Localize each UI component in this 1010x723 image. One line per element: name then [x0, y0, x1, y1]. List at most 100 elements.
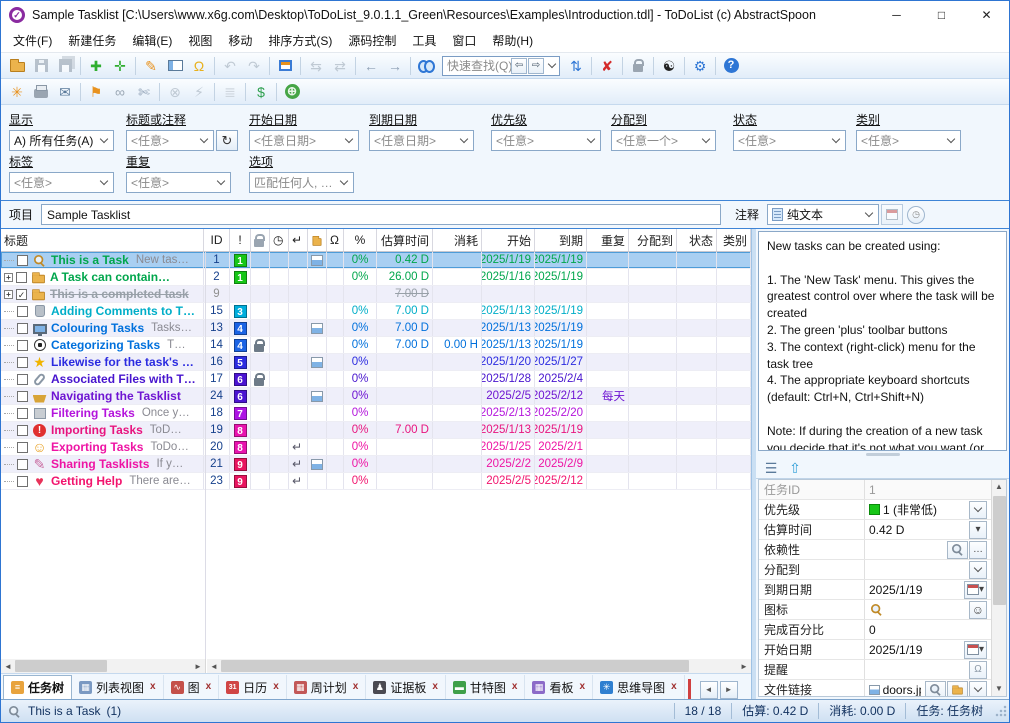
flag-task-button[interactable]: ⚑ — [84, 80, 108, 103]
attribute-start-date-value[interactable]: 2025/1/19▾ — [865, 640, 991, 659]
task-row[interactable]: Adding Comments to T…1530%7.00 D2025/1/1… — [1, 303, 751, 320]
tab-chart-close-icon[interactable]: x — [206, 682, 212, 692]
cancel-button[interactable]: ⊗ — [163, 80, 187, 103]
scroll-thumb[interactable] — [15, 660, 107, 672]
scroll-right-icon[interactable]: ► — [737, 662, 751, 671]
tab-evidence-board[interactable]: ♟证据板x — [366, 675, 446, 699]
attribute-reminder-value[interactable]: Ω — [865, 660, 991, 679]
task-checkbox[interactable] — [16, 272, 27, 283]
attribute-due-date-cal-button[interactable]: ▾ — [964, 581, 987, 599]
task-checkbox[interactable] — [17, 425, 28, 436]
attribute-time-estimate-spin-button[interactable]: ▾ — [969, 521, 987, 539]
tab-evidence-board-close-icon[interactable]: x — [432, 682, 438, 692]
column-header-start[interactable]: 开始 — [482, 229, 535, 251]
new-task-button[interactable]: ✚ — [84, 54, 108, 77]
filter-title-or-comment-refresh-button[interactable]: ↻ — [216, 130, 238, 151]
maximize-view-button[interactable] — [273, 54, 297, 77]
close-button[interactable]: ✕ — [964, 1, 1009, 29]
project-input[interactable] — [41, 204, 721, 225]
help-button[interactable]: ? — [719, 54, 743, 77]
menu-view[interactable]: 视图 — [180, 30, 220, 52]
column-header-pct[interactable]: % — [344, 229, 377, 251]
tab-chart[interactable]: ∿图x — [164, 675, 220, 699]
attribute-dependency-more-button[interactable]: … — [969, 541, 987, 559]
task-checkbox[interactable] — [17, 340, 28, 351]
column-header-clock[interactable]: ◷ — [270, 229, 289, 251]
filter-due-date-select[interactable]: <任意日期> — [369, 130, 474, 151]
save-tasklist-button[interactable] — [29, 54, 53, 77]
task-row[interactable]: +A Task can contain…210%26.00 D2025/1/16… — [1, 269, 751, 286]
minimize-button[interactable]: ─ — [874, 1, 919, 29]
attribute-assigned-to-value[interactable] — [865, 560, 991, 579]
run-tool-button[interactable]: ⚡ — [187, 80, 211, 103]
task-checkbox[interactable] — [17, 408, 28, 419]
column-header-cat[interactable]: 类别 — [717, 229, 751, 251]
attribute-priority-value[interactable]: 1 (非常低) — [865, 500, 991, 519]
partial-tab[interactable] — [688, 679, 695, 699]
tabs-scroll-left-button[interactable]: ◄ — [700, 681, 718, 699]
sort-tasks-button[interactable]: ⇅ — [564, 54, 588, 77]
tab-kanban-close-icon[interactable]: x — [580, 682, 586, 692]
task-row[interactable]: ♥Getting HelpThere are…239↵0%2025/2/5202… — [1, 473, 751, 490]
set-reminder-button[interactable]: Ω — [187, 54, 211, 77]
scroll-left-icon[interactable]: ◄ — [207, 662, 221, 671]
print-button[interactable] — [29, 80, 53, 103]
new-tasklist-button[interactable]: ✳ — [5, 80, 29, 103]
sort-attributes-button[interactable]: ⇧ — [784, 458, 806, 477]
column-header-pri[interactable]: ! — [230, 229, 251, 251]
column-header-due[interactable]: 到期 — [535, 229, 587, 251]
scroll-down-icon[interactable]: ▼ — [992, 682, 1007, 696]
view-log-button[interactable]: ≣ — [218, 80, 242, 103]
task-row[interactable]: Colouring TasksTasks…1340%7.00 D2025/1/1… — [1, 320, 751, 337]
comments-clock-button[interactable]: ◷ — [907, 206, 925, 224]
attribute-file-link-folderbtn-button[interactable] — [947, 681, 968, 697]
column-header-spent[interactable]: 消耗 — [433, 229, 482, 251]
column-header-status[interactable]: 状态 — [677, 229, 717, 251]
task-row[interactable]: !Importing TasksToD…1980%7.00 D2025/1/13… — [1, 422, 751, 439]
forward-button[interactable]: → — [383, 54, 407, 77]
comments-calendar-button[interactable] — [881, 204, 903, 225]
preferences-button[interactable]: ⚙ — [688, 54, 712, 77]
link-task-button[interactable]: ∞ — [108, 80, 132, 103]
attribute-due-date-value[interactable]: 2025/1/19▾ — [865, 580, 991, 599]
scroll-track[interactable] — [15, 659, 191, 673]
scroll-track[interactable] — [221, 659, 737, 673]
column-header-file[interactable] — [308, 229, 327, 251]
filter-category-select[interactable]: <任意> — [856, 130, 961, 151]
menu-new-task[interactable]: 新建任务 — [60, 30, 124, 52]
back-button[interactable]: ← — [359, 54, 383, 77]
column-header-bell[interactable]: Ω — [327, 229, 344, 251]
tabs-scroll-right-button[interactable]: ► — [720, 681, 738, 699]
attribute-percent-done-value[interactable]: 0 — [865, 620, 991, 639]
filter-tag-select[interactable]: <任意> — [9, 172, 114, 193]
filter-recurrence-select[interactable]: <任意> — [126, 172, 231, 193]
donate-button[interactable]: $ — [249, 80, 273, 103]
task-row[interactable]: Filtering TasksOnce y…1870%2025/2/132025… — [1, 405, 751, 422]
filter-assigned-to-select[interactable]: <任意一个> — [611, 130, 716, 151]
filter-options-select[interactable]: 匹配任何人, … — [249, 172, 354, 193]
tab-gantt[interactable]: ▬甘特图x — [446, 675, 526, 699]
task-row[interactable]: Categorizing TasksT…1440%7.00 D0.00 H202… — [1, 337, 751, 354]
menu-edit[interactable]: 编辑(E) — [124, 30, 180, 52]
task-checkbox[interactable] — [17, 374, 28, 385]
web-updates-button[interactable]: ⊕ — [280, 80, 304, 103]
cleanup-button[interactable]: ✄ — [132, 80, 156, 103]
attribute-start-date-cal-button[interactable]: ▾ — [964, 641, 987, 659]
tab-week-planner-close-icon[interactable]: x — [353, 682, 359, 692]
send-email-button[interactable]: ✉ — [53, 80, 77, 103]
quick-find-next-button[interactable]: ⇨ — [528, 58, 544, 74]
column-splitter[interactable] — [205, 252, 206, 659]
tree-horizontal-scrollbar[interactable]: ◄ ► — [1, 659, 206, 673]
tab-week-planner[interactable]: ▦周计划x — [287, 675, 367, 699]
tab-gantt-close-icon[interactable]: x — [512, 682, 518, 692]
task-checkbox[interactable] — [17, 306, 28, 317]
column-header-recur[interactable]: ↵ — [289, 229, 308, 251]
comments-format-select[interactable]: 纯文本 — [767, 204, 879, 225]
task-checkbox[interactable] — [17, 255, 28, 266]
tab-mind-map[interactable]: ✳思维导图x — [593, 675, 685, 699]
column-header-assign[interactable]: 分配到 — [629, 229, 677, 251]
filter-priority-select[interactable]: <任意> — [491, 130, 601, 151]
filter-title-or-comment-select[interactable]: <任意> — [126, 130, 214, 151]
menu-source-control[interactable]: 源码控制 — [340, 30, 404, 52]
quick-find-prev-button[interactable]: ⇦ — [511, 58, 527, 74]
